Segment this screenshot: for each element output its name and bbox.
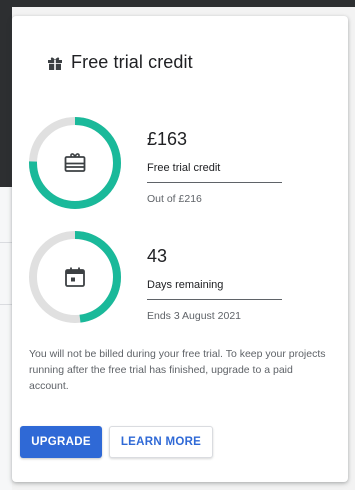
background-divider xyxy=(0,304,12,305)
background-panel-dark xyxy=(0,7,12,187)
background-panel-light xyxy=(0,187,12,490)
learn-more-button[interactable]: LEARN MORE xyxy=(109,426,213,458)
calendar-icon xyxy=(65,267,85,287)
upgrade-button[interactable]: UPGRADE xyxy=(20,426,102,458)
gift-card-icon xyxy=(64,153,86,172)
credit-label: Free trial credit xyxy=(147,162,282,183)
credit-amount: £163 xyxy=(147,129,188,149)
page: Free trial credit £163 Free trial credit… xyxy=(0,0,355,490)
background-divider xyxy=(0,242,12,243)
days-label: Days remaining xyxy=(147,279,282,300)
card-title: Free trial credit xyxy=(71,52,193,72)
credit-metric: £163 Free trial credit Out of £216 xyxy=(147,128,282,205)
billing-notice: You will not be billed during your free … xyxy=(29,348,326,392)
card-header: Free trial credit xyxy=(47,52,193,73)
days-metric: 43 Days remaining Ends 3 August 2021 xyxy=(147,245,282,322)
free-trial-card: Free trial credit £163 Free trial credit… xyxy=(12,16,348,482)
days-count: 43 xyxy=(147,246,168,266)
gift-icon xyxy=(48,57,62,70)
credit-total: Out of £216 xyxy=(147,193,202,205)
top-bar xyxy=(0,0,355,7)
trial-end-date: Ends 3 August 2021 xyxy=(147,310,241,322)
